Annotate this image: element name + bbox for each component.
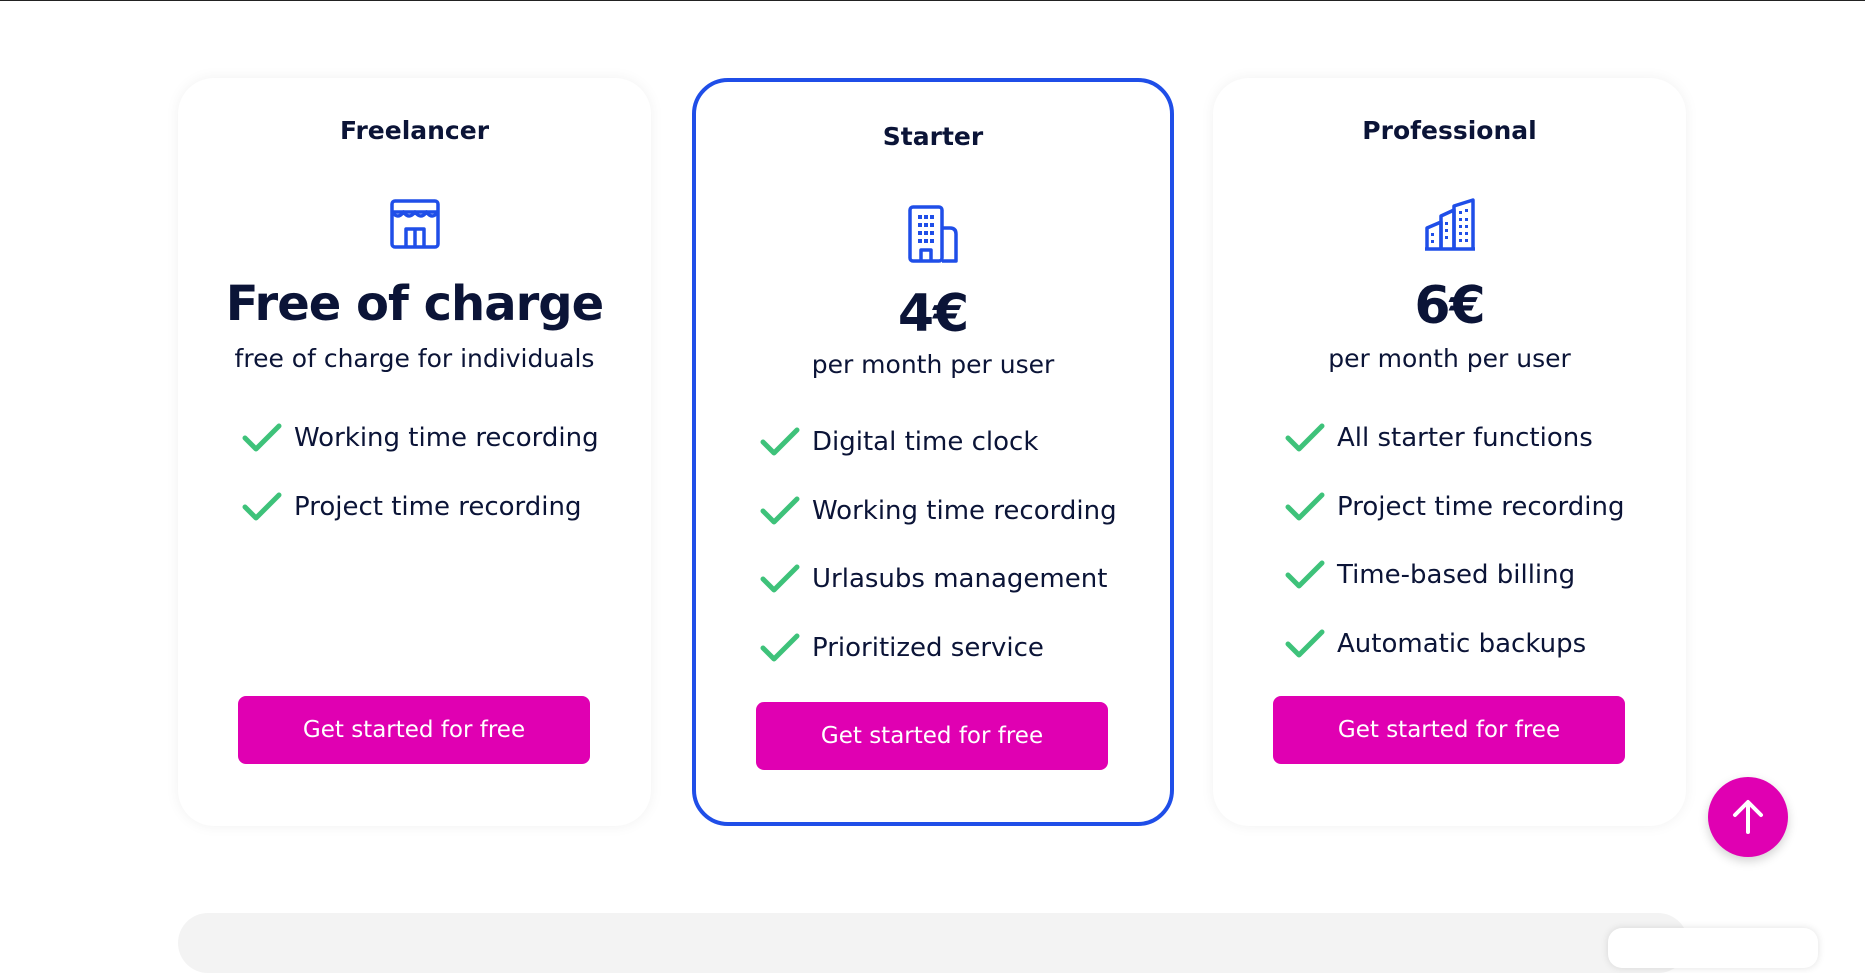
feature-label: Working time recording (294, 423, 599, 454)
check-icon (1285, 629, 1325, 658)
check-icon (242, 423, 282, 452)
arrow-up-icon (1733, 800, 1763, 834)
get-started-button[interactable]: Get started for free (1273, 696, 1625, 764)
check-icon (1285, 492, 1325, 521)
plan-price: 4€ (897, 284, 969, 344)
feature-list: Working time recording Project time reco… (242, 404, 599, 541)
plan-price-note: per month per user (811, 350, 1055, 379)
storefront-icon (389, 199, 440, 249)
plan-card-starter: Starter 4€ per month per user Digital ti… (692, 78, 1174, 826)
plan-price-note: per month per user (1328, 344, 1571, 373)
feature-label: Prioritized service (812, 632, 1044, 663)
feature-item: Digital time clock (760, 408, 1117, 477)
feature-item: All starter functions (1285, 404, 1625, 473)
feature-label: Working time recording (812, 495, 1117, 526)
feature-label: Project time recording (1337, 491, 1625, 522)
check-icon (1285, 423, 1325, 452)
feature-label: Automatic backups (1337, 628, 1587, 659)
get-started-button[interactable]: Get started for free (238, 696, 590, 764)
feature-item: Project time recording (242, 473, 599, 542)
check-icon (242, 492, 282, 521)
feature-label: Project time recording (294, 491, 582, 522)
plan-card-freelancer: Freelancer Free of charge free of charge… (178, 78, 651, 826)
office-building-icon (908, 205, 958, 263)
feature-label: Urlasubs management (812, 564, 1108, 595)
plan-price: Free of charge (225, 276, 604, 332)
plan-name: Professional (1362, 116, 1537, 145)
feature-list: Digital time clock Working time recordin… (760, 408, 1117, 682)
feature-label: All starter functions (1337, 423, 1593, 454)
city-buildings-icon (1424, 198, 1475, 251)
check-icon (760, 496, 800, 525)
feature-item: Time-based billing (1285, 541, 1625, 610)
plan-price: 6€ (1414, 276, 1485, 336)
floating-widget[interactable] (1608, 928, 1818, 968)
check-icon (760, 633, 800, 662)
check-icon (760, 427, 800, 456)
feature-item: Working time recording (242, 404, 599, 473)
feature-item: Project time recording (1285, 473, 1625, 542)
plan-card-professional: Professional 6€ per month per user All s… (1213, 78, 1686, 826)
feature-item: Urlasubs management (760, 545, 1117, 614)
check-icon (760, 564, 800, 593)
feature-item: Automatic backups (1285, 610, 1625, 679)
next-section-panel (178, 913, 1688, 973)
scroll-to-top-button[interactable] (1708, 777, 1788, 857)
top-divider (0, 0, 1865, 1)
check-icon (1285, 560, 1325, 589)
plan-name: Freelancer (339, 116, 490, 145)
feature-label: Time-based billing (1337, 560, 1576, 591)
feature-item: Prioritized service (760, 614, 1117, 683)
feature-label: Digital time clock (812, 427, 1039, 458)
feature-list: All starter functions Project time recor… (1285, 404, 1625, 678)
plan-price-note: free of charge for individuals (234, 344, 595, 373)
plan-name: Starter (882, 122, 984, 151)
get-started-button[interactable]: Get started for free (756, 702, 1108, 770)
feature-item: Working time recording (760, 477, 1117, 546)
